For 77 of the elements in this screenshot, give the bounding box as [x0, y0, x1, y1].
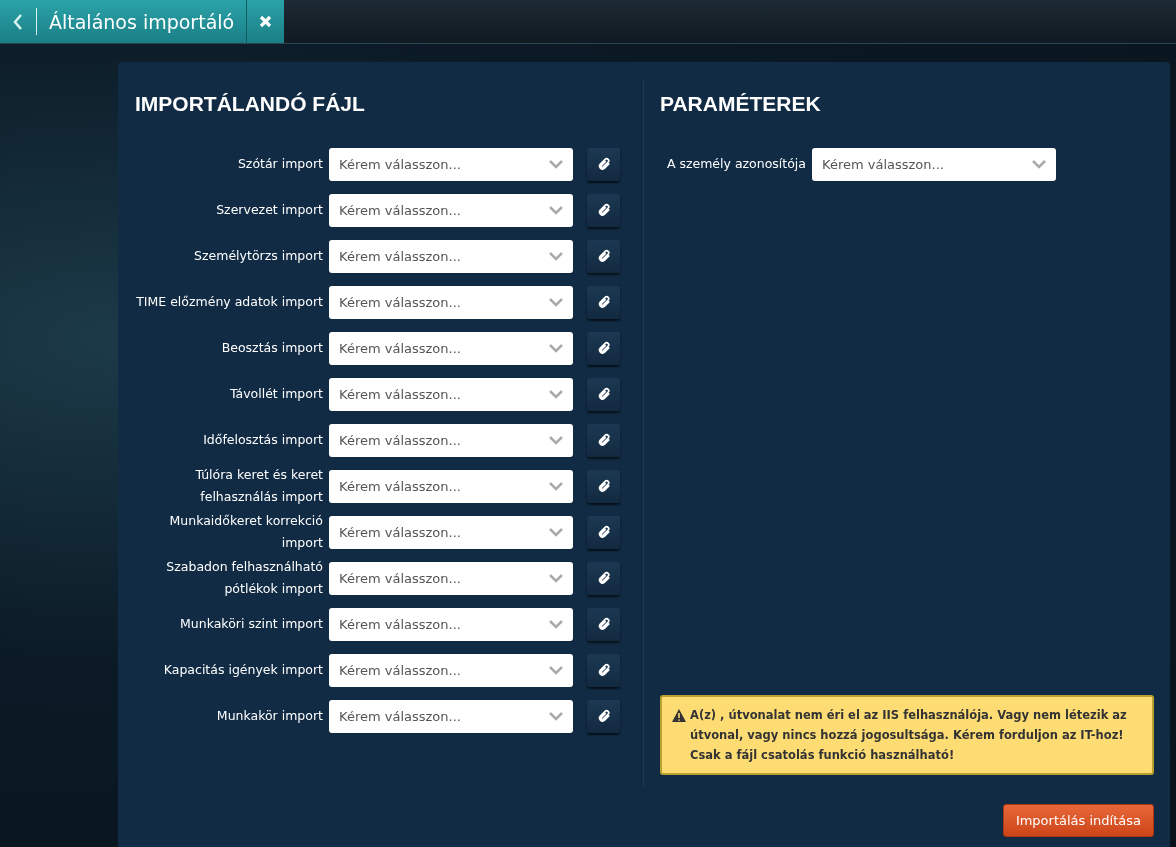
- section-title: IMPORTÁLANDÓ FÁJL: [135, 92, 366, 116]
- select-field[interactable]: Kérem válasszon...: [812, 147, 1056, 181]
- select-field[interactable]: Kérem válasszon...: [329, 377, 573, 411]
- section-title: PARAMÉTEREK: [660, 92, 822, 116]
- chevron-down-icon: [549, 159, 563, 169]
- warning-text: A(z) , útvonalat nem éri el az IIS felhasználója. Vagy nem létezik az útvonal, vagy nincs hozzá jogosultsága. Kérem forduljon az IT-hoz! Csak a fájl csatolás funkció használható!: [690, 707, 1128, 764]
- field-label: Szabadon felhasználható pótlékok import: [165, 558, 323, 598]
- warning-icon: [672, 709, 686, 722]
- select-field[interactable]: Kérem válasszon...: [329, 699, 573, 733]
- attach-button[interactable]: [587, 331, 620, 365]
- paperclip-icon: [596, 387, 611, 401]
- attach-button[interactable]: [587, 561, 620, 595]
- select-field[interactable]: Kérem válasszon...: [329, 653, 573, 687]
- paperclip-icon: [596, 249, 611, 263]
- paperclip-icon: [596, 479, 611, 493]
- field-label: Szervezet import: [215, 201, 323, 219]
- chevron-down-icon: [549, 389, 563, 399]
- chevron-down-icon: [549, 297, 563, 307]
- attach-button[interactable]: [587, 653, 620, 687]
- field-label: Munkaidőkeret korrekció import: [168, 512, 323, 552]
- paperclip-icon: [596, 157, 611, 171]
- attach-button[interactable]: [587, 377, 620, 411]
- attach-button[interactable]: [587, 607, 620, 641]
- chevron-down-icon: [549, 481, 563, 491]
- paperclip-icon: [596, 663, 611, 677]
- paperclip-icon: [596, 709, 611, 723]
- chevron-down-icon: [549, 343, 563, 353]
- chevron-down-icon: [549, 435, 563, 445]
- close-icon: [259, 15, 273, 28]
- paperclip-icon: [596, 341, 611, 355]
- paperclip-icon: [596, 203, 611, 217]
- select-field[interactable]: Kérem válasszon...: [329, 469, 573, 503]
- paperclip-icon: [596, 617, 611, 631]
- field-label: Kapacitás igények import: [162, 661, 323, 679]
- chevron-down-icon: [549, 619, 563, 629]
- tab-title: Általános importáló: [36, 8, 247, 35]
- attach-button[interactable]: [587, 285, 620, 319]
- paperclip-icon: [596, 571, 611, 585]
- chevron-down-icon: [549, 527, 563, 537]
- paperclip-icon: [596, 525, 611, 539]
- field-label: Túlóra keret és keret felhasználás import: [194, 466, 323, 506]
- select-field[interactable]: Kérem válasszon...: [329, 607, 573, 641]
- chevron-down-icon: [549, 573, 563, 583]
- field-label: Munkaköri szint import: [179, 615, 323, 633]
- attach-button[interactable]: [587, 515, 620, 549]
- chevron-down-icon: [549, 665, 563, 675]
- chevron-down-icon: [1032, 159, 1046, 169]
- attach-button[interactable]: [587, 147, 620, 181]
- tab[interactable]: Általános importáló: [0, 0, 285, 43]
- paperclip-icon: [596, 433, 611, 447]
- chevron-left-icon: [13, 13, 23, 30]
- chevron-down-icon: [549, 205, 563, 215]
- field-label: Beosztás import: [220, 339, 323, 357]
- field-label: Távollét import: [228, 385, 323, 403]
- attach-button[interactable]: [587, 469, 620, 503]
- attach-button[interactable]: [587, 423, 620, 457]
- select-field[interactable]: Kérem válasszon...: [329, 515, 573, 549]
- field-label: Szótár import: [236, 155, 323, 173]
- select-field[interactable]: Kérem válasszon...: [329, 147, 573, 181]
- field-label: Időfelosztás import: [202, 431, 323, 449]
- select-field[interactable]: Kérem válasszon...: [329, 331, 573, 365]
- attach-button[interactable]: [587, 699, 620, 733]
- start-import-button[interactable]: Importálás indítása: [1002, 804, 1154, 837]
- field-label: A személy azonosítója: [665, 155, 806, 173]
- chevron-down-icon: [549, 711, 563, 721]
- select-field[interactable]: Kérem válasszon...: [329, 239, 573, 273]
- select-field[interactable]: Kérem válasszon...: [329, 285, 573, 319]
- select-field[interactable]: Kérem válasszon...: [329, 193, 573, 227]
- field-label: TIME előzmény adatok import: [135, 293, 323, 311]
- select-field[interactable]: Kérem válasszon...: [329, 423, 573, 457]
- attach-button[interactable]: [587, 193, 620, 227]
- attach-button[interactable]: [587, 239, 620, 273]
- chevron-down-icon: [549, 251, 563, 261]
- paperclip-icon: [596, 295, 611, 309]
- select-field[interactable]: Kérem válasszon...: [329, 561, 573, 595]
- field-label: Személytörzs import: [193, 247, 323, 265]
- field-label: Munkakör import: [215, 707, 323, 725]
